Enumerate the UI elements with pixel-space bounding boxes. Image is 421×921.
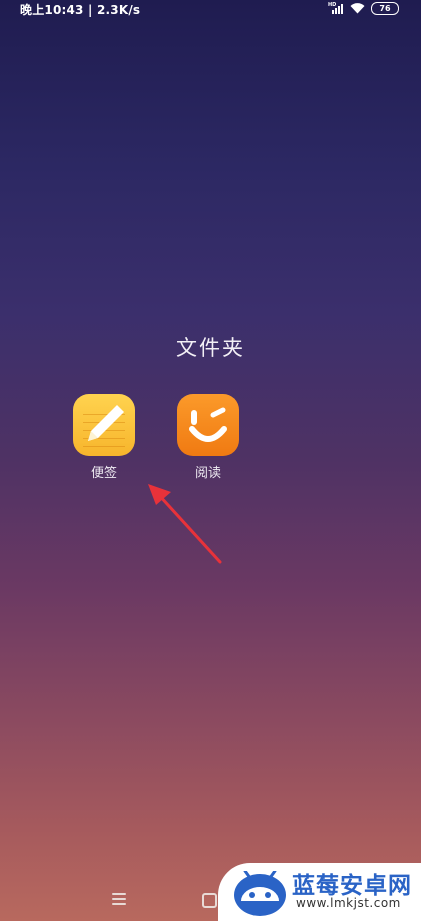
network-speed: 2.3K/s [96,3,141,17]
app-notes[interactable]: 便签 [64,394,144,481]
android-robot-logo-icon [234,871,286,916]
status-icons: HD 76 [328,2,399,15]
watermark-url: www.lmkjst.com [296,896,401,910]
red-arrow-annotation [148,484,222,564]
signal-icon: HD [328,2,344,14]
folder-title: 文件夹 [176,336,245,360]
status-separator: | [88,3,93,17]
status-time: 晚上10:43 [20,3,84,17]
menu-icon[interactable] [112,893,126,905]
battery-level: 76 [379,4,391,13]
app-label-notes: 便签 [90,466,117,481]
watermark-title: 蓝莓安卓网 [292,873,412,899]
status-bar: 晚上10:43 | 2.3K/s HD 76 [0,0,421,18]
battery-icon: 76 [371,2,399,15]
home-icon[interactable] [202,893,217,908]
reading-smile-icon [177,394,239,456]
watermark: 蓝莓安卓网 www.lmkjst.com [218,863,421,921]
status-time-speed: 晚上10:43 | 2.3K/s [20,1,140,18]
notes-pencil-icon [73,394,135,456]
home-screen: 晚上10:43 | 2.3K/s HD 76 文件夹 便签 阅读 蓝莓安卓网 w… [0,0,421,921]
wifi-icon [350,3,365,14]
app-reading[interactable]: 阅读 [168,394,248,481]
